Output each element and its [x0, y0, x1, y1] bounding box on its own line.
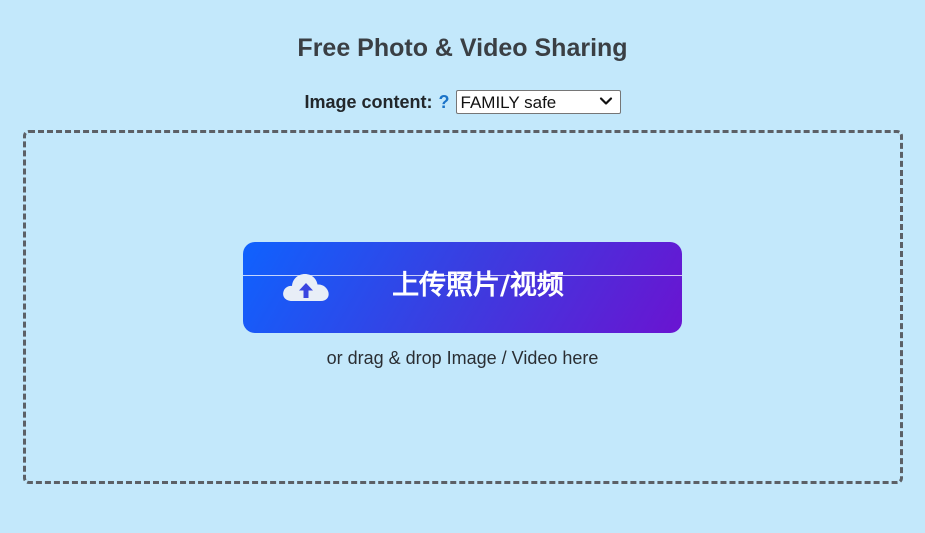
cloud-upload-icon: [283, 274, 329, 301]
drag-drop-hint: or drag & drop Image / Video here: [326, 348, 599, 368]
image-content-filter: Image content: ? FAMILY safe: [0, 88, 925, 116]
help-link[interactable]: ?: [439, 92, 450, 113]
page-title: Free Photo & Video Sharing: [297, 34, 628, 62]
image-content-select[interactable]: FAMILY safe: [455, 90, 621, 114]
image-content-select-wrapper[interactable]: FAMILY safe: [455, 90, 621, 114]
image-content-label: Image content:: [304, 91, 433, 112]
upload-button-label: 上传照片/视频: [392, 270, 564, 301]
upload-photo-video-button[interactable]: 上传照片/视频: [243, 242, 682, 333]
